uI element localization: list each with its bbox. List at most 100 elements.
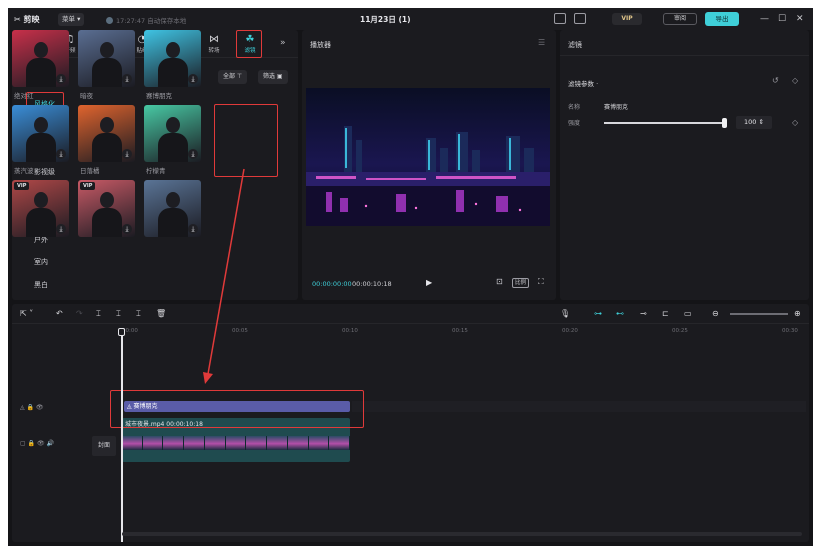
video-preview[interactable] <box>306 88 550 226</box>
filter-thumbnail[interactable]: ⤓ VIP <box>12 180 69 237</box>
ratio-button[interactable]: 比例 <box>512 278 530 288</box>
timeline-scrollbar[interactable] <box>122 532 802 536</box>
filter-params-heading: 滤镜参数 · <box>568 80 599 88</box>
category-item[interactable]: 黑白 <box>34 280 48 290</box>
strength-label: 强度 <box>568 120 581 127</box>
download-icon[interactable]: ⤓ <box>188 224 198 234</box>
person-silhouette <box>26 192 56 237</box>
review-button[interactable]: 审阅 <box>663 13 697 25</box>
video-frame <box>267 436 288 450</box>
download-icon[interactable]: ⤓ <box>188 149 198 159</box>
silhouette-head <box>166 192 180 208</box>
filter-thumbnail[interactable]: ⤓ <box>144 30 201 87</box>
microphone-icon[interactable]: 🎙 <box>560 309 570 318</box>
filter-thumbnail[interactable]: ⤓ <box>144 105 201 162</box>
fit-screen-icon[interactable]: ⊡ <box>496 277 503 286</box>
playhead[interactable] <box>121 328 123 542</box>
strength-slider[interactable] <box>604 122 726 124</box>
more-tools-icon[interactable]: » <box>280 38 286 48</box>
vip-button[interactable]: VIP <box>612 13 642 25</box>
strength-keyframe-icon[interactable]: ◇ <box>792 118 798 127</box>
download-icon[interactable]: ⤓ <box>56 224 66 234</box>
app-logo-text: 剪映 <box>23 15 40 24</box>
filter-thumbnail[interactable]: ⤓ <box>12 30 69 87</box>
category-item[interactable]: 影视级 <box>34 167 55 177</box>
auto-snap-icon[interactable]: ⊷ <box>616 309 624 318</box>
reset-icon[interactable]: ↺ <box>772 76 779 85</box>
app-window: ✂ 剪映 菜单 ▾ 17:27:47 自动保存本地 11月23日 (1) VIP… <box>8 8 813 546</box>
ruler-tick: 00:30 <box>782 328 798 334</box>
fullscreen-icon[interactable]: ⛶ <box>538 277 544 287</box>
shortcut-icon[interactable] <box>554 13 566 24</box>
download-icon[interactable]: ⤓ <box>56 149 66 159</box>
cover-button[interactable]: 封面 <box>92 436 116 456</box>
menu-button[interactable]: 菜单 ▾ <box>58 13 85 26</box>
zoom-slider[interactable] <box>730 313 788 315</box>
ruler-tick: 00:25 <box>672 328 688 334</box>
video-frame <box>163 436 185 450</box>
strength-slider-knob[interactable] <box>722 118 727 128</box>
tab-transition[interactable]: ⋈ 转场 <box>202 33 226 54</box>
split-icon[interactable]: ⌶ <box>96 309 101 319</box>
silhouette-body <box>92 133 122 162</box>
split-left-icon[interactable]: ⌶ <box>116 309 121 319</box>
filter-name: 蒸汽波 <box>14 167 34 175</box>
ruler-tick: 00:15 <box>452 328 468 334</box>
player-menu-icon[interactable]: ☰ <box>538 38 545 47</box>
main-track-magnet-icon[interactable]: ⊶ <box>594 309 602 318</box>
current-time: 00:00:00:00 <box>312 280 352 288</box>
autosave-text: 17:27:47 自动保存本地 <box>116 17 187 25</box>
filter-thumbnail[interactable]: ⤓ VIP <box>78 180 135 237</box>
download-icon[interactable]: ⤓ <box>188 74 198 84</box>
all-filter-button[interactable]: 全部 ⊤ <box>218 70 248 84</box>
person-silhouette <box>26 42 56 87</box>
minimize-icon[interactable]: — <box>760 14 769 24</box>
play-icon[interactable]: ▶ <box>426 278 432 287</box>
filter-track-lane <box>352 401 806 412</box>
layout-icon[interactable] <box>574 13 586 24</box>
download-icon[interactable]: ⤓ <box>56 74 66 84</box>
filter-track-controls[interactable]: ◬ 🔒 👁 <box>20 404 44 411</box>
silhouette-head <box>166 42 180 58</box>
favorites-filter-button[interactable]: 筛选 ▣ <box>258 70 288 84</box>
timeline-toolbar: ⇱ ˅ ↶ ↷ ⌶ ⌶ ⌶ 🗑 🎙 ⊶ ⊷ ⊸ ⊏ ▭ ⊖ ⊕ <box>12 304 809 324</box>
title-bar: ✂ 剪映 菜单 ▾ 17:27:47 自动保存本地 11月23日 (1) VIP… <box>8 8 813 30</box>
silhouette-body <box>92 208 122 237</box>
playhead-handle[interactable] <box>118 328 125 336</box>
select-tool-icon[interactable]: ⇱ ˅ <box>20 309 33 318</box>
caption-icon[interactable]: ▭ <box>684 309 692 318</box>
zoom-out-icon[interactable]: ⊖ <box>712 309 719 318</box>
silhouette-body <box>158 133 188 162</box>
download-icon[interactable]: ⤓ <box>122 74 132 84</box>
export-button[interactable]: 导出 <box>705 12 739 26</box>
vip-badge: VIP <box>80 182 96 190</box>
zoom-in-icon[interactable]: ⊕ <box>794 309 801 318</box>
clip-highlight <box>110 390 364 428</box>
person-silhouette <box>92 192 122 237</box>
filter-thumbnail[interactable]: ⤓ <box>78 105 135 162</box>
download-icon[interactable]: ⤓ <box>122 149 132 159</box>
category-item[interactable]: 室内 <box>34 257 48 267</box>
filter-name: 赛博朋克 <box>146 92 172 100</box>
keyframe-icon[interactable]: ◇ <box>792 76 798 85</box>
preview-axis-icon[interactable]: ⊏ <box>662 309 669 318</box>
link-icon[interactable]: ⊸ <box>640 309 647 318</box>
download-icon[interactable]: ⤓ <box>122 224 132 234</box>
video-frame <box>184 436 205 450</box>
filter-thumbnail[interactable]: ⤓ <box>144 180 201 237</box>
close-icon[interactable]: ✕ <box>796 14 804 24</box>
split-right-icon[interactable]: ⌶ <box>136 309 141 319</box>
maximize-icon[interactable]: ☐ <box>778 14 786 24</box>
filter-thumbnail[interactable]: ⤓ <box>12 105 69 162</box>
person-silhouette <box>158 42 188 87</box>
delete-icon[interactable]: 🗑 <box>156 309 166 318</box>
redo-icon[interactable]: ↷ <box>76 309 83 318</box>
video-track-controls[interactable]: ▢ 🔒 👁 🔊 <box>20 440 54 447</box>
video-frame <box>122 436 143 450</box>
filter-name: 绝对红 <box>14 92 34 100</box>
project-title: 11月23日 (1) <box>360 15 411 24</box>
autosave-status: 17:27:47 自动保存本地 <box>106 15 186 25</box>
undo-icon[interactable]: ↶ <box>56 309 63 318</box>
filter-thumbnail[interactable]: ⤓ <box>78 30 135 87</box>
strength-input[interactable]: 100 ⇕ <box>736 116 772 129</box>
